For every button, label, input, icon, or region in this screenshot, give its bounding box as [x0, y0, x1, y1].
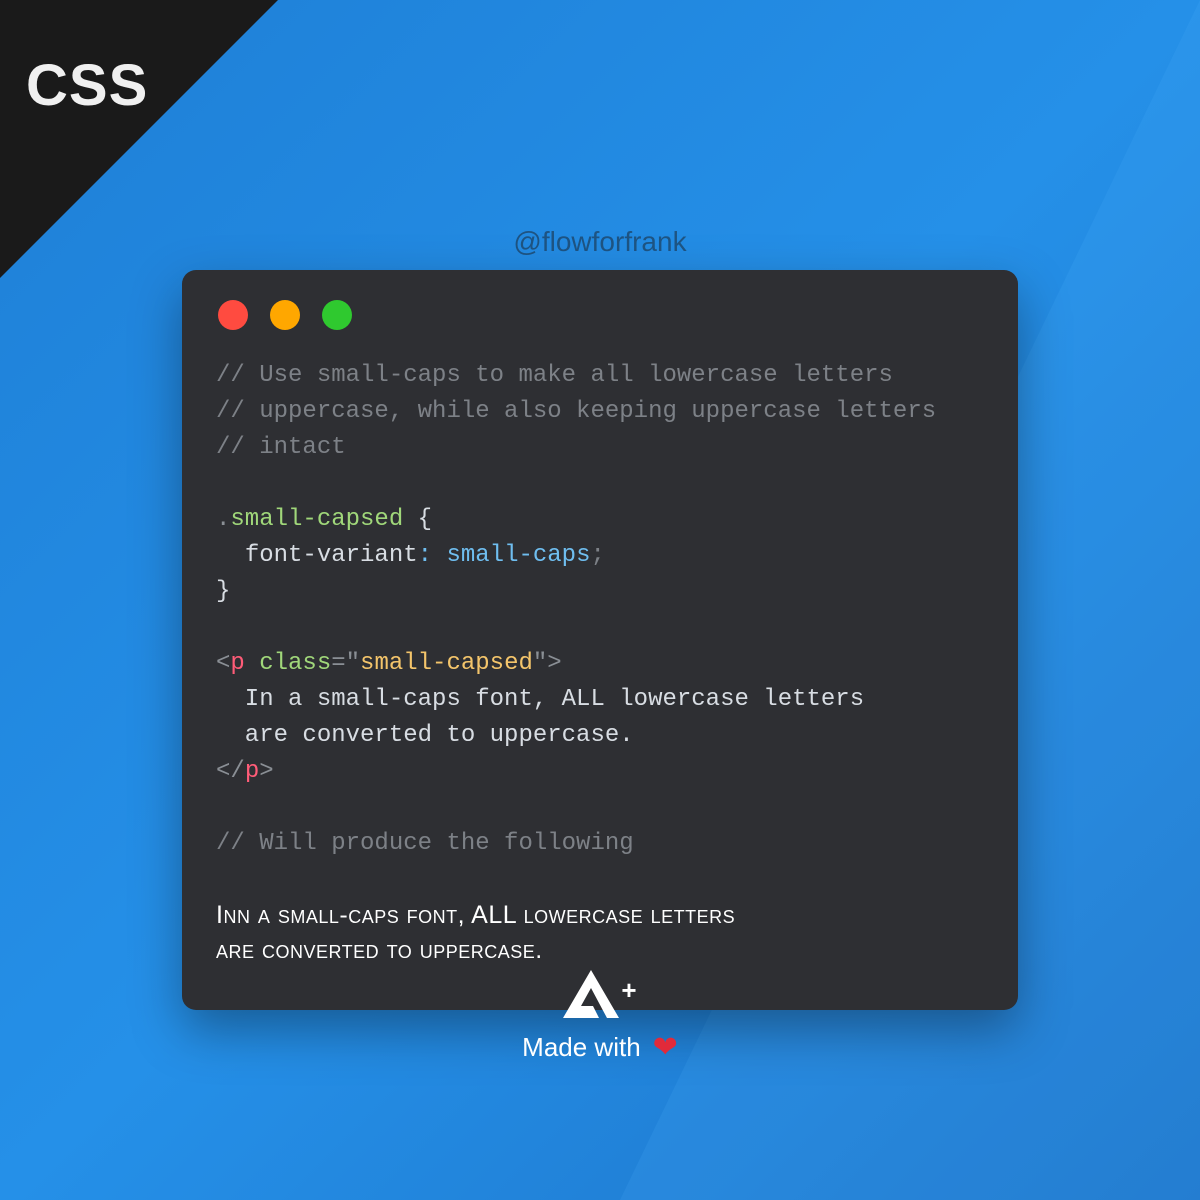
output-line: Inn a small-caps font, ALL lowercase let… [216, 901, 735, 929]
html-text: In a small-caps font, ALL lowercase lett… [216, 686, 864, 713]
property-value: small-caps [446, 542, 590, 569]
brace-close: } [216, 578, 230, 605]
author-handle: @flowforfrank [0, 226, 1200, 258]
slash: / [230, 758, 244, 785]
rendered-output: Inn a small-caps font, ALL lowercase let… [216, 898, 984, 968]
quote-open: " [346, 650, 360, 677]
code-comment: // Will produce the following [216, 830, 634, 857]
code-card: // Use small-caps to make all lowercase … [182, 270, 1018, 1010]
code-comment: // Use small-caps to make all lowercase … [216, 362, 893, 389]
angle-close: > [547, 650, 561, 677]
heart-icon: ❤ [653, 1030, 678, 1065]
angle-open: < [216, 758, 230, 785]
window-traffic-lights [218, 300, 984, 330]
html-text: are converted to uppercase. [216, 722, 634, 749]
code-block: // Use small-caps to make all lowercase … [216, 358, 984, 862]
brace-open: { [403, 506, 432, 533]
corner-label: CSS [26, 52, 148, 119]
angle-open: < [216, 650, 230, 677]
angle-close: > [259, 758, 273, 785]
attr-value: small-capsed [360, 650, 533, 677]
footer: + Made with ❤ [0, 970, 1200, 1065]
attr-class: class [259, 650, 331, 677]
made-with-text: Made with [522, 1032, 641, 1063]
tag-p: p [230, 650, 244, 677]
selector-dot: . [216, 506, 230, 533]
code-comment: // uppercase, while also keeping upperca… [216, 398, 936, 425]
semicolon: ; [590, 542, 604, 569]
quote-close: " [533, 650, 547, 677]
tag-p: p [245, 758, 259, 785]
indent [216, 542, 245, 569]
output-line: are converted to uppercase. [216, 936, 543, 964]
zoom-dot-icon [322, 300, 352, 330]
property-name: font-variant [245, 542, 418, 569]
code-comment: // intact [216, 434, 346, 461]
made-with: Made with ❤ [522, 1030, 678, 1065]
logo-plus: + [621, 975, 636, 1006]
colon: : [418, 542, 447, 569]
logo: + [563, 970, 636, 1018]
space [245, 650, 259, 677]
close-dot-icon [218, 300, 248, 330]
minimize-dot-icon [270, 300, 300, 330]
equals: = [331, 650, 345, 677]
selector-name: small-capsed [230, 506, 403, 533]
logo-a-icon [563, 970, 619, 1018]
